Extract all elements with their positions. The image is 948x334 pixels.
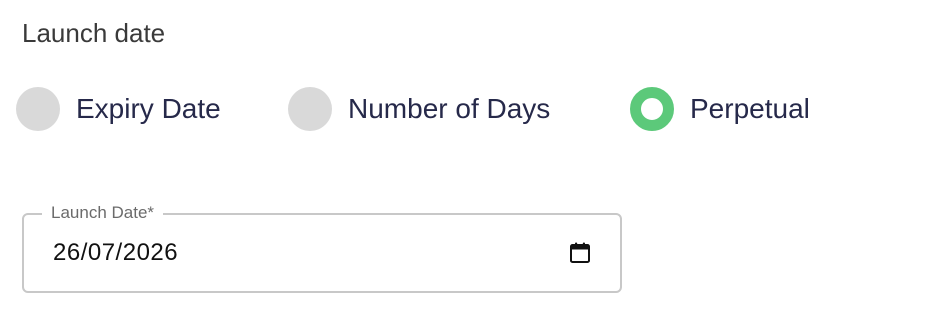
radio-option-perpetual[interactable]: Perpetual	[630, 87, 810, 131]
radio-label: Expiry Date	[76, 93, 221, 124]
launch-date-input[interactable]: 26/07/2026	[53, 237, 178, 269]
radio-label: Number of Days	[348, 93, 551, 124]
radio-button-selected[interactable]	[630, 87, 674, 131]
radio-option-number-of-days[interactable]: Number of Days	[288, 87, 550, 131]
radio-button[interactable]	[288, 87, 332, 131]
radio-button[interactable]	[16, 87, 60, 131]
radio-label: Perpetual	[690, 93, 810, 124]
launch-type-radio-group: Expiry Date Number of Days Perpetual	[16, 85, 810, 133]
radio-option-expiry-date[interactable]: Expiry Date	[16, 87, 221, 131]
calendar-icon[interactable]	[568, 241, 592, 265]
launch-date-field[interactable]: Launch Date* 26/07/2026	[22, 201, 622, 293]
section-title: Launch date	[22, 18, 166, 48]
launch-date-label: Launch Date*	[42, 201, 164, 225]
